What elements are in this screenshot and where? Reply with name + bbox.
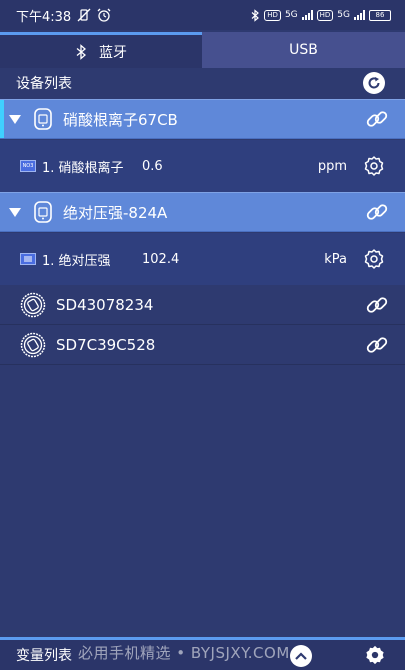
device-name: 绝对压强-824A <box>63 203 168 222</box>
signal-bars-1-icon <box>301 10 313 20</box>
sensor-unit: kPa <box>324 251 347 267</box>
status-bar: 下午4:38 HD 5G HD 5G 86 <box>0 0 405 30</box>
status-right: HD 5G HD 5G 86 <box>250 8 391 22</box>
device-name: SD7C39C528 <box>56 335 156 354</box>
sensor-row-pressure[interactable]: 1. 绝对压强 102.4 kPa <box>0 233 405 285</box>
status-time: 下午4:38 <box>16 9 72 25</box>
bluetooth-icon <box>75 43 87 60</box>
device-list-header: 设备列表 <box>0 68 405 98</box>
device-row-pressure[interactable]: 绝对压强-824A <box>0 192 405 232</box>
sensor-label: 1. 硝酸根离子 <box>42 160 124 176</box>
settings-gear-icon[interactable] <box>365 645 385 665</box>
sensor-unit: ppm <box>317 158 347 174</box>
status-left: 下午4:38 <box>16 6 111 25</box>
link-icon[interactable] <box>365 293 389 317</box>
network-label-2: 5G <box>337 10 350 20</box>
tab-bluetooth[interactable]: 蓝牙 <box>0 32 202 68</box>
refresh-button[interactable] <box>363 72 385 94</box>
device-row-sd43078234[interactable]: SD43078234 <box>0 285 405 325</box>
device-badge-icon <box>20 332 46 358</box>
variable-list-title: 变量列表 <box>16 648 72 664</box>
network-label-1: 5G <box>284 10 298 20</box>
selection-accent <box>0 100 4 138</box>
connection-tabs: 蓝牙 USB <box>0 32 405 68</box>
battery-icon: 86 <box>369 9 391 21</box>
chevron-up-icon <box>295 652 307 660</box>
device-name: SD43078234 <box>56 295 154 314</box>
alarm-clock-icon <box>97 8 111 22</box>
sensor-settings-icon[interactable] <box>363 248 385 270</box>
refresh-icon <box>367 76 381 90</box>
signal-bars-2-icon <box>354 10 365 20</box>
sensor-settings-icon[interactable] <box>363 155 385 177</box>
bluetooth-status-icon <box>250 8 260 22</box>
sensor-row-nitrate[interactable]: NO3 1. 硝酸根离子 0.6 ppm <box>0 140 405 192</box>
tab-usb-label: USB <box>289 42 318 58</box>
sensor-label: 1. 绝对压强 <box>42 253 111 269</box>
expand-up-button[interactable] <box>290 645 312 667</box>
variable-list-bar: 变量列表 必用手机精选 • BYJSJXY.COM <box>0 637 405 670</box>
device-row-sd7c39c528[interactable]: SD7C39C528 <box>0 325 405 365</box>
vibrate-off-icon <box>77 8 91 22</box>
sensor-probe-icon <box>33 200 53 224</box>
sensor-value: 102.4 <box>142 251 180 267</box>
device-name: 硝酸根离子67CB <box>63 110 178 129</box>
expand-caret-icon[interactable] <box>9 114 21 124</box>
link-icon[interactable] <box>365 333 389 357</box>
sensor-chip-icon <box>20 253 36 265</box>
link-icon[interactable] <box>365 200 389 224</box>
expand-caret-icon[interactable] <box>9 207 21 217</box>
sensor-value: 0.6 <box>142 158 163 174</box>
tab-usb[interactable]: USB <box>202 32 405 68</box>
sensor-probe-icon <box>33 107 53 131</box>
link-icon[interactable] <box>365 107 389 131</box>
device-row-nitrate[interactable]: 硝酸根离子67CB <box>0 99 405 139</box>
tab-bluetooth-label: 蓝牙 <box>99 44 127 61</box>
hd-badge-2: HD <box>316 9 334 21</box>
sensor-chip-icon: NO3 <box>20 160 36 172</box>
watermark: 必用手机精选 • BYJSJXY.COM <box>78 644 290 662</box>
sensor-chip-label: NO3 <box>22 163 34 169</box>
battery-level: 86 <box>375 11 385 19</box>
hd-badge-1: HD <box>264 9 281 21</box>
device-list-title: 设备列表 <box>16 76 72 92</box>
device-badge-icon <box>20 292 46 318</box>
